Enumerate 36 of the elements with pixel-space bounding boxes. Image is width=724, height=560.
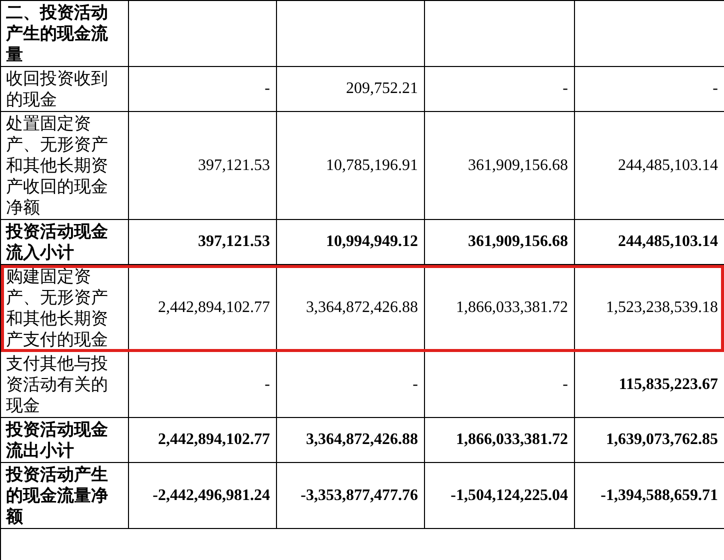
row-label-cell: 投资活动现金流入小计 [1, 220, 129, 265]
table-cell: 397,121.53 [129, 220, 277, 265]
table-cell: - [129, 352, 277, 418]
row-label-cell: 处置固定资产、无形资产和其他长期资产收回的现金净额 [1, 112, 129, 220]
table-cell: 1,523,238,539.18 [575, 265, 724, 352]
table-cell: 10,994,949.12 [277, 220, 425, 265]
table-cell: 244,485,103.14 [575, 112, 724, 220]
row-label-cell: 支付其他与投资活动有关的现金 [1, 352, 129, 418]
table-cell: - [425, 352, 575, 418]
table-cell: 361,909,156.68 [425, 220, 575, 265]
table-cell: - [129, 67, 277, 112]
table-cell: 3,364,872,426.88 [277, 265, 425, 352]
table-cell: - [425, 67, 575, 112]
table-cell: 397,121.53 [129, 112, 277, 220]
row-label-cell: 二、投资活动产生的现金流量 [1, 1, 129, 67]
table-cell: -3,353,877,477.76 [277, 463, 425, 529]
table-cell: 1,866,033,381.72 [425, 265, 575, 352]
table-cell: 10,785,196.91 [277, 112, 425, 220]
table-cell: 1,639,073,762.85 [575, 418, 724, 463]
row-label-cell: 收回投资收到的现金 [1, 67, 129, 112]
table-cell: 361,909,156.68 [425, 112, 575, 220]
table-cell: 244,485,103.14 [575, 220, 724, 265]
row-label-cell: 投资活动产生的现金流量净额 [1, 463, 129, 529]
table-cell: 2,442,894,102.77 [129, 418, 277, 463]
table-cell: -1,394,588,659.71 [575, 463, 724, 529]
table-cell: -2,442,496,981.24 [129, 463, 277, 529]
table-cell: - [277, 352, 425, 418]
table-cell: 3,364,872,426.88 [277, 418, 425, 463]
row-label-cell: 投资活动现金流出小计 [1, 418, 129, 463]
table-cell: 2,442,894,102.77 [129, 265, 277, 352]
table-cell: - [575, 67, 724, 112]
table-cell: 115,835,223.67 [575, 352, 724, 418]
table-cell: 1,866,033,381.72 [425, 418, 575, 463]
table-cell: -1,504,124,225.04 [425, 463, 575, 529]
table-cell: 209,752.21 [277, 67, 425, 112]
row-label-cell: 购建固定资产、无形资产和其他长期资产支付的现金 [1, 265, 129, 352]
